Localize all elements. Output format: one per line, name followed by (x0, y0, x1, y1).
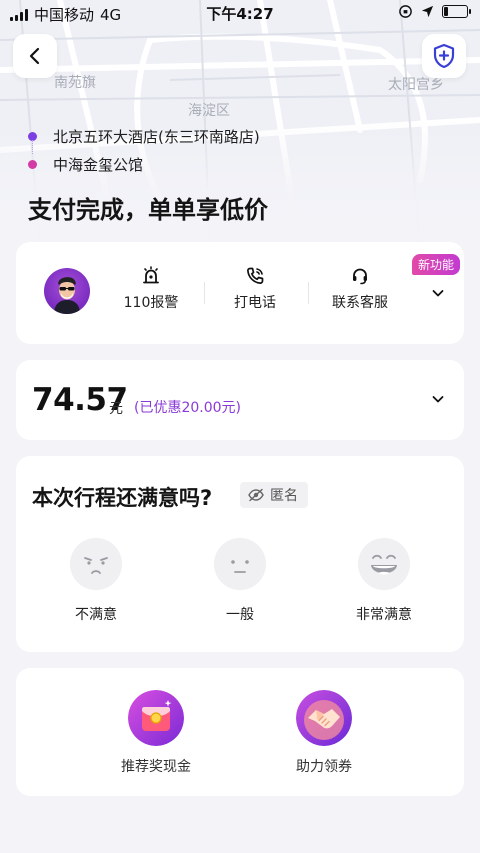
phone-call-button[interactable]: 打电话 (203, 266, 307, 312)
anonymous-label: 匿名 (270, 488, 298, 504)
avatar-portrait (54, 277, 80, 314)
alarm-icon (143, 266, 159, 284)
assist-coupon-button[interactable]: 助力领券 (254, 690, 394, 776)
anonymous-toggle[interactable]: 匿名 (240, 482, 308, 508)
rating-unsatisfied-label: 不满意 (75, 607, 117, 623)
handshake-icon (296, 690, 352, 746)
price-card[interactable]: 74.57 元 (已优惠20.00元) (16, 360, 464, 440)
chevron-left-icon (29, 47, 40, 65)
referral-cash-label: 推荐奖现金 (121, 759, 191, 775)
rating-unsatisfied[interactable]: 不满意 (41, 538, 151, 624)
back-button[interactable] (13, 34, 57, 78)
origin-address: 北京五环大酒店(东三环南路店) (53, 127, 260, 146)
contact-card: 110报警 打电话 联系客服 新功能 (16, 242, 464, 344)
battery-icon (442, 5, 471, 18)
unhappy-face-icon (70, 538, 122, 590)
safety-button[interactable] (422, 34, 466, 78)
map-label: 海淀区 (188, 103, 230, 119)
rating-title: 本次行程还满意吗? (32, 486, 213, 510)
red-envelope-icon (128, 690, 184, 746)
rating-neutral[interactable]: 一般 (185, 538, 295, 624)
new-feature-badge: 新功能 (411, 254, 460, 275)
battery-level (444, 7, 448, 16)
eye-off-icon (248, 488, 264, 502)
location-arrow-icon (421, 5, 434, 18)
rotation-lock-icon (399, 5, 412, 18)
rating-neutral-label: 一般 (226, 607, 254, 623)
headset-icon (353, 268, 367, 285)
happy-face-icon (358, 538, 410, 590)
police-call-label: 110报警 (123, 295, 179, 311)
page-headline: 支付完成，单单享低价 (28, 196, 268, 224)
rating-very-satisfied-label: 非常满意 (356, 607, 412, 623)
destination-dot (28, 159, 37, 169)
route-connector (32, 140, 33, 154)
route-origin: 北京五环大酒店(东三环南路店) (28, 122, 260, 150)
discount-text: (已优惠20.00元) (134, 400, 242, 416)
route-destination: 中海金玺公馆 (28, 150, 260, 178)
phone-icon (247, 267, 264, 284)
chevron-down-icon[interactable] (431, 286, 445, 300)
customer-service-button[interactable]: 联系客服 (308, 266, 412, 312)
referral-cash-button[interactable]: 推荐奖现金 (86, 690, 226, 776)
rating-card: 本次行程还满意吗? 匿名 不满意 一般 非常满意 (16, 456, 464, 652)
status-bar: 中国移动 4G 下午4:27 (0, 0, 480, 26)
destination-address: 中海金玺公馆 (53, 155, 144, 174)
promo-card: 推荐奖现金 助力领券 (16, 668, 464, 796)
route-summary: 北京五环大酒店(东三环南路店) 中海金玺公馆 (28, 122, 260, 178)
police-call-button[interactable]: 110报警 (99, 266, 203, 312)
assist-coupon-label: 助力领券 (296, 759, 352, 775)
price-unit: 元 (109, 401, 123, 417)
rating-very-satisfied[interactable]: 非常满意 (329, 538, 439, 624)
shield-plus-icon (433, 43, 455, 69)
chevron-down-icon[interactable] (431, 392, 445, 406)
neutral-face-icon (214, 538, 266, 590)
customer-service-label: 联系客服 (332, 295, 388, 311)
driver-avatar[interactable] (44, 268, 90, 314)
map-label: 南苑旗 (54, 75, 96, 91)
phone-call-label: 打电话 (234, 295, 276, 311)
